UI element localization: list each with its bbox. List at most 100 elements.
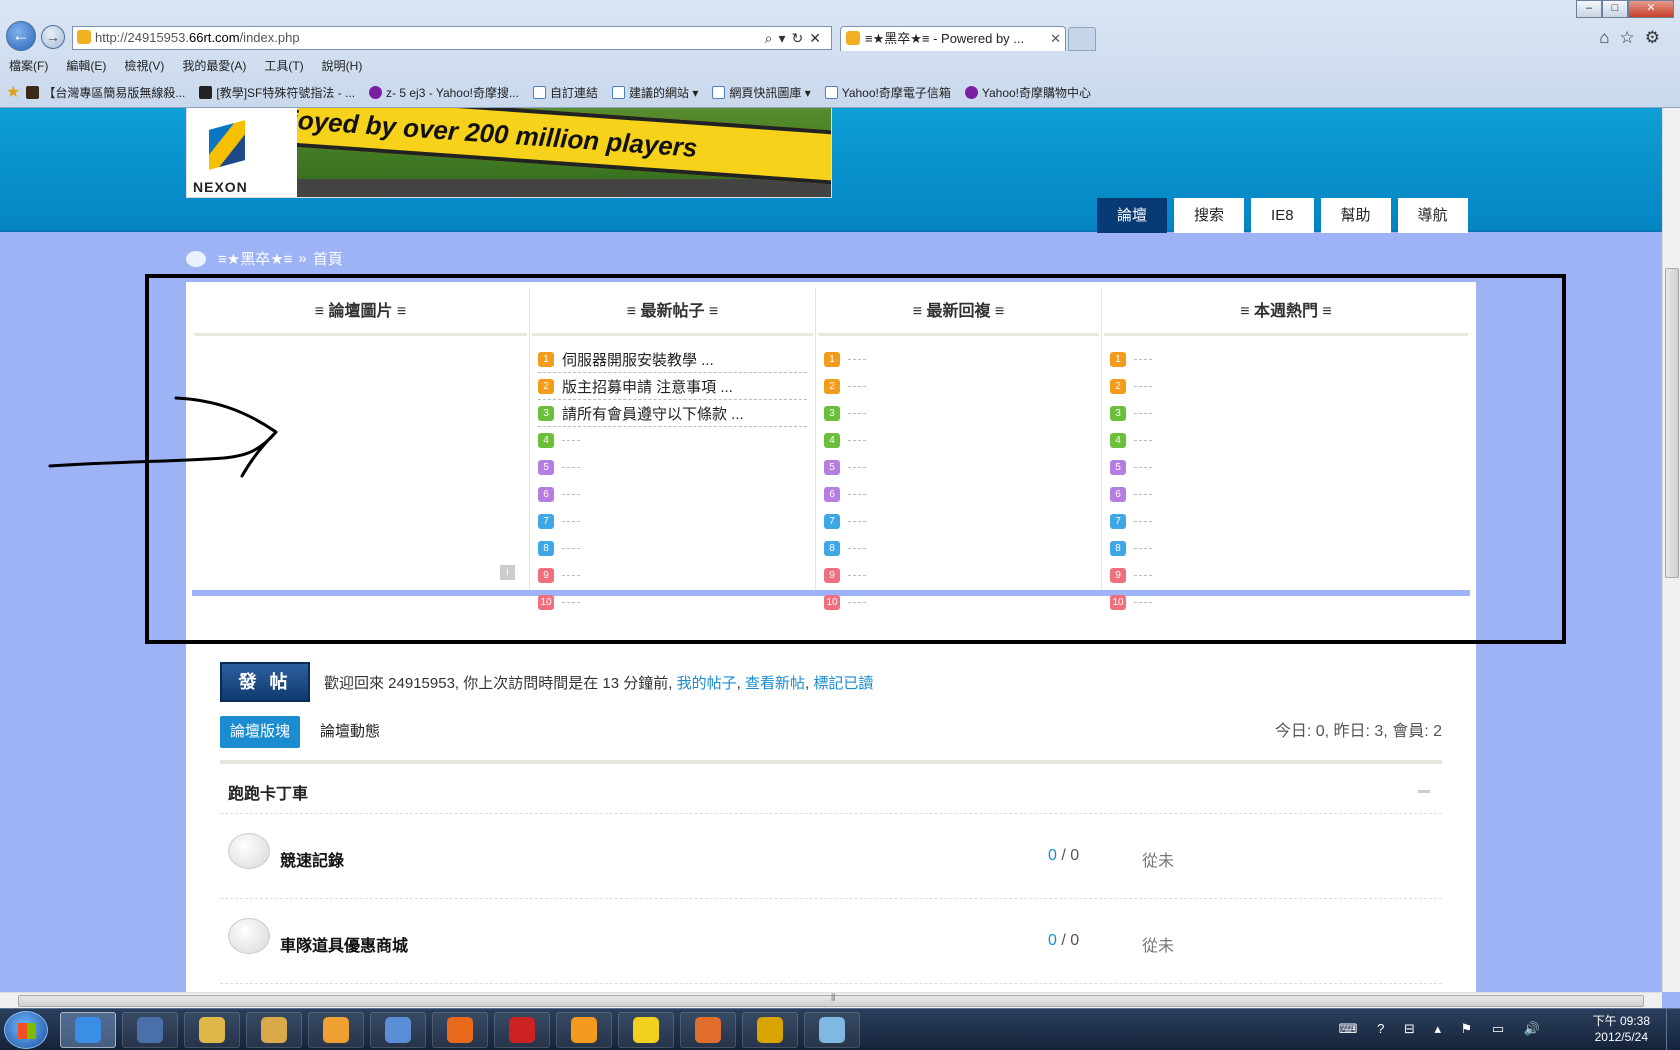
favorite-link[interactable]: 建議的網站 ▾: [612, 84, 698, 101]
horizontal-scroll-thumb[interactable]: ⦀: [18, 993, 1644, 1007]
taskbar-firefox-button[interactable]: [432, 1012, 488, 1048]
forward-button[interactable]: →: [41, 25, 65, 49]
taskbar-notepad-button[interactable]: [804, 1012, 860, 1048]
my-posts-link[interactable]: 我的帖子: [677, 675, 737, 692]
back-button[interactable]: ←: [6, 21, 36, 51]
address-bar[interactable]: http://24915953.66rt.com/index.php ⌕▾↻✕: [72, 26, 832, 50]
ie-icon: [75, 1017, 101, 1043]
vertical-scrollbar[interactable]: [1662, 108, 1680, 992]
ranked-list-item[interactable]: 1 伺服器開服安裝教學 ...: [538, 346, 807, 373]
forum-row[interactable]: 競速記錄 0 / 0 從未: [220, 815, 1442, 899]
rank-badge-icon: 10: [538, 594, 554, 610]
favorite-link[interactable]: Yahoo!奇摩電子信箱: [824, 84, 951, 101]
favorite-link[interactable]: 網頁快訊圖庫 ▾: [712, 84, 811, 101]
ranked-list-item[interactable]: 2 版主招募申請 注意事項 ...: [538, 373, 807, 400]
favorite-link[interactable]: z- 5 ej3 - Yahoo!奇摩搜...: [369, 84, 519, 101]
scroll-grip-icon: ⦀: [831, 993, 836, 1004]
show-desktop-button[interactable]: [1666, 1009, 1680, 1050]
rank-badge-icon: 9: [824, 567, 840, 583]
topic-link[interactable]: 伺服器開服安裝教學 ...: [562, 349, 714, 370]
notepad-icon: [819, 1017, 845, 1043]
nav-tab[interactable]: IE8: [1251, 198, 1314, 233]
taskbar-mascot-app-button[interactable]: [370, 1012, 426, 1048]
tab-forum-boards[interactable]: 論壇版塊: [220, 716, 301, 748]
ranked-list-item: 8: [1110, 535, 1462, 562]
start-button[interactable]: [4, 1011, 48, 1049]
menu-item[interactable]: 檔案(F): [0, 54, 57, 76]
shield-icon: [26, 85, 40, 99]
mascot-app-icon: [385, 1017, 411, 1043]
close-window-button[interactable]: ✕: [1628, 0, 1674, 18]
nav-tab[interactable]: 論壇: [1097, 198, 1168, 233]
favorite-link[interactable]: Yahoo!奇摩購物中心: [964, 84, 1091, 101]
nav-tab[interactable]: 搜索: [1174, 198, 1245, 233]
topic-link[interactable]: 請所有會員遵守以下條款 ...: [562, 403, 744, 424]
forum-name[interactable]: 車隊道具優惠商城: [280, 932, 408, 956]
rank-badge-icon: 10: [1110, 594, 1126, 610]
favorites-star-icon[interactable]: ★: [6, 82, 20, 102]
forum-row[interactable]: 車隊道具優惠商城 0 / 0 從未: [220, 900, 1442, 984]
browser-tab[interactable]: ≡★黑卒★≡ - Powered by ... ✕: [840, 26, 1066, 51]
taskbar-folder-button[interactable]: [184, 1012, 240, 1048]
horizontal-scrollbar[interactable]: ⦀: [0, 992, 1662, 1008]
back-arrow-icon: ←: [12, 25, 30, 45]
page-icon: [824, 85, 838, 99]
image-info-icon[interactable]: i: [500, 565, 515, 580]
nexon-logo-icon: [209, 120, 245, 170]
mark-read-link[interactable]: 標記已讀: [813, 675, 873, 692]
menu-item[interactable]: 說明(H): [313, 54, 372, 76]
favorite-link[interactable]: [教學]SF特殊符號指法 - ...: [199, 84, 355, 101]
minimize-button[interactable]: –: [1576, 0, 1602, 18]
empty-slot: [1134, 493, 1152, 495]
clock[interactable]: 下午 09:38 2012/5/24: [1593, 1013, 1650, 1045]
new-post-button[interactable]: 發 帖: [220, 662, 310, 702]
ranked-list-item: 8: [538, 535, 807, 562]
taskbar-network-tool-button[interactable]: [122, 1012, 178, 1048]
system-tray[interactable]: ⌨ ? ⊟ ▴ ⚑ ▭ 🔊: [1339, 1021, 1548, 1037]
taskbar-media-player-button[interactable]: [308, 1012, 364, 1048]
address-tools-icons[interactable]: ⌕▾↻✕: [765, 27, 827, 49]
ranked-list-item[interactable]: 3 請所有會員遵守以下條款 ...: [538, 400, 807, 427]
ad-banner[interactable]: Enjoyed by over 200 million players NEXO…: [186, 108, 832, 198]
favorite-link[interactable]: 【台灣專區簡易版無線殺...: [26, 84, 185, 101]
breadcrumb: ≡★黑卒★≡ » 首頁: [186, 248, 343, 269]
forum-name[interactable]: 競速記錄: [280, 847, 344, 871]
nav-tab[interactable]: 導航: [1397, 198, 1468, 233]
menu-item[interactable]: 工具(T): [255, 54, 312, 76]
stats-column: ≡ 最新回複 ≡ 1 2 3 4 5 6 7 8 9 10: [816, 288, 1102, 610]
category-title[interactable]: 跑跑卡丁車: [228, 780, 308, 804]
favorite-link[interactable]: 自訂連結: [532, 84, 598, 101]
taskbar-pps-button[interactable]: [556, 1012, 612, 1048]
yellow-tool-icon: [633, 1017, 659, 1043]
site-stats: 今日: 0, 昨日: 3, 會員: 2: [1274, 723, 1442, 740]
breadcrumb-forum[interactable]: ≡★黑卒★≡: [218, 248, 292, 269]
taskbar-ie-button[interactable]: [60, 1012, 116, 1048]
rank-badge-icon: 7: [824, 513, 840, 529]
topic-link[interactable]: 版主招募申請 注意事項 ...: [562, 376, 733, 397]
clock-date: 2012/5/24: [1594, 1030, 1648, 1044]
nav-tab[interactable]: 幫助: [1320, 198, 1391, 233]
vertical-scroll-thumb[interactable]: [1665, 268, 1679, 578]
java-icon: [695, 1017, 721, 1043]
menu-item[interactable]: 檢視(V): [115, 54, 173, 76]
rank-badge-icon: 1: [824, 351, 840, 367]
menu-item[interactable]: 我的最愛(A): [173, 54, 255, 76]
taskbar-yellow-tool-button[interactable]: [618, 1012, 674, 1048]
page-icon: [532, 85, 546, 99]
tab-forum-activity[interactable]: 論壇動態: [320, 716, 380, 748]
collapse-icon[interactable]: [1418, 790, 1430, 793]
menu-item[interactable]: 編輯(E): [57, 54, 115, 76]
maximize-button[interactable]: □: [1602, 0, 1628, 18]
ranked-list-item: 5: [1110, 454, 1462, 481]
new-tab-button[interactable]: [1068, 27, 1096, 51]
taskbar-java-button[interactable]: [680, 1012, 736, 1048]
empty-slot: [848, 547, 866, 549]
folder-icon: [199, 1017, 225, 1043]
taskbar-wsm-button[interactable]: [742, 1012, 798, 1048]
view-new-posts-link[interactable]: 查看新帖: [745, 675, 805, 692]
taskbar-game-x-button[interactable]: [246, 1012, 302, 1048]
tab-close-icon[interactable]: ✕: [1050, 27, 1061, 50]
taskbar-recorder-button[interactable]: [494, 1012, 550, 1048]
rank-badge-icon: 10: [824, 594, 840, 610]
home-favorites-tools-icons[interactable]: ⌂☆⚙: [1599, 28, 1670, 48]
